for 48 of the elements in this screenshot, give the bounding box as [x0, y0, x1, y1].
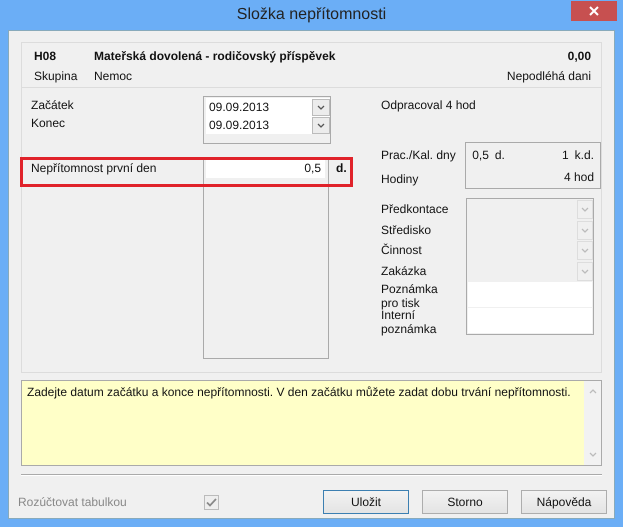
group-label: Skupina — [34, 69, 78, 83]
dropdown-button[interactable] — [312, 116, 330, 134]
worked-hours-text: Odpracoval 4 hod — [381, 98, 477, 114]
date-field[interactable]: 09.09.2013 — [206, 116, 330, 134]
amount: 0,00 — [568, 49, 591, 63]
checkbox-label: Rozúčtovat tabulkou — [18, 495, 128, 509]
scroll-down-icon — [588, 452, 596, 457]
chevron-down-icon — [581, 268, 589, 274]
chevron-down-icon — [317, 122, 325, 128]
unit-label: k.d. — [574, 147, 594, 164]
first-day-field[interactable]: 0,5 — [206, 158, 325, 178]
hours-label: Hodiny — [381, 171, 420, 188]
chevron-down-icon — [581, 248, 589, 253]
date-label: Konec — [31, 115, 66, 132]
work-days-value: 0,5 — [472, 147, 489, 164]
window-title: Složka nepřítomnosti — [236, 6, 386, 24]
field-label: Činnost — [381, 242, 423, 259]
field-label: Zakázka — [381, 262, 428, 280]
absence-code: H08 — [34, 49, 58, 63]
field-label: Interní poznámka — [381, 308, 438, 333]
unit-label: d. — [335, 160, 347, 177]
hint-text: Zadejte datum začátku a konce nepřítomnosti. V den začátku můžete zadat dobu trvání nepřítomnosti. — [26, 384, 572, 401]
chevron-down-icon — [317, 104, 325, 110]
days-label: Prac./Kal. dny — [381, 147, 457, 164]
scrollbar[interactable] — [584, 381, 601, 465]
first-day-label: Nepřítomnost první den — [31, 160, 158, 177]
close-button[interactable] — [571, 1, 617, 21]
close-icon — [589, 6, 599, 16]
note-field[interactable] — [468, 308, 592, 333]
scroll-up-icon — [588, 389, 596, 394]
dialog-button[interactable]: Storno — [422, 490, 508, 514]
dropdown-button[interactable] — [312, 98, 330, 116]
field-label: Středisko — [381, 222, 432, 238]
field-label: Předkontace — [381, 201, 450, 218]
absence-name: Mateřská dovolená - rodičovský příspěvek — [94, 49, 336, 63]
unit-label: d. — [494, 147, 505, 164]
dialog-button[interactable]: Nápověda — [521, 490, 607, 514]
note-field[interactable] — [468, 282, 592, 307]
date-label: Začátek — [31, 97, 75, 114]
chevron-down-icon — [581, 207, 589, 212]
dialog-button[interactable]: Uložit — [323, 490, 409, 514]
calendar-days-value: 1 — [562, 147, 569, 164]
group-value: Nemoc — [94, 69, 134, 83]
hours-value: 4 hod — [564, 169, 594, 186]
date-field[interactable]: 09.09.2013 — [206, 98, 330, 116]
tax-status: Nepodléhá dani — [506, 69, 591, 83]
chevron-down-icon — [581, 228, 589, 232]
field-label: Poznámka pro tisk — [381, 282, 439, 307]
